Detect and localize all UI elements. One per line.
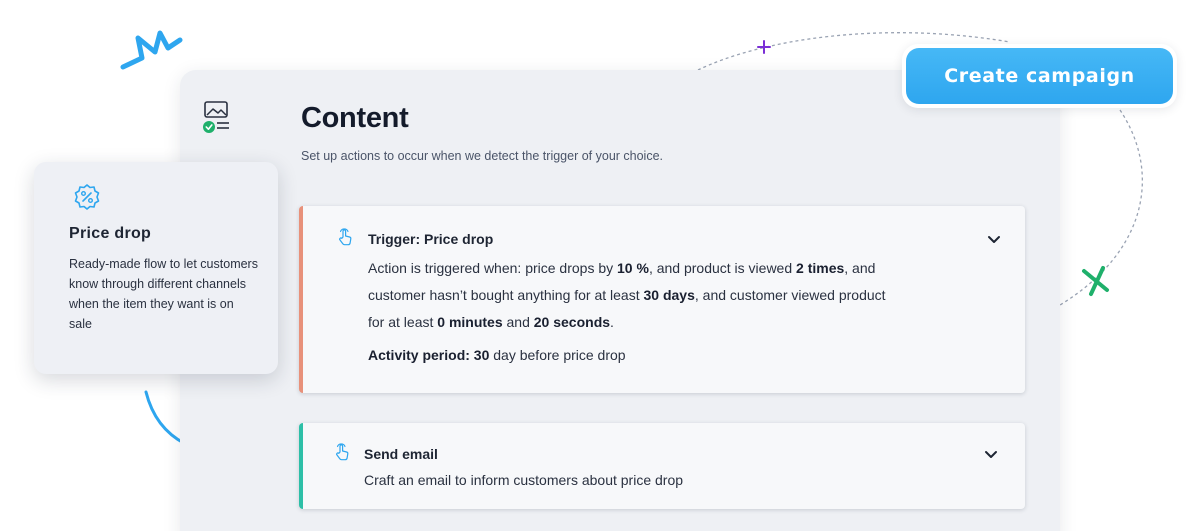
image-checklist-icon bbox=[202, 100, 232, 136]
plus-doodle bbox=[757, 40, 771, 54]
activity-period: Activity period: 30 day before price dro… bbox=[368, 347, 626, 363]
trigger-title: Trigger: Price drop bbox=[368, 231, 494, 247]
squiggle-doodle bbox=[120, 30, 183, 70]
flow-description: Ready-made flow to let customers know th… bbox=[69, 257, 258, 331]
send-email-card[interactable]: Send email Craft an email to inform cust… bbox=[299, 423, 1025, 509]
trigger-description: Action is triggered when: price drops by… bbox=[368, 260, 886, 330]
flow-title: Price drop bbox=[69, 225, 152, 242]
cross-doodle bbox=[1082, 266, 1109, 296]
chevron-down-icon[interactable] bbox=[987, 232, 1001, 243]
chevron-down-icon[interactable] bbox=[984, 447, 998, 458]
trigger-card[interactable]: Trigger: Price drop Action is triggered … bbox=[299, 206, 1025, 393]
page-subtitle: Set up actions to occur when we detect t… bbox=[301, 149, 664, 163]
create-campaign-button[interactable]: Create campaign bbox=[906, 48, 1173, 104]
dashed-arc-right bbox=[1059, 109, 1143, 306]
percent-badge-icon bbox=[73, 183, 101, 211]
page-title: Content bbox=[301, 102, 409, 134]
create-campaign-container: Create campaign bbox=[902, 44, 1177, 108]
hand-pointer-icon bbox=[337, 228, 353, 246]
price-drop-flow-card[interactable]: Price drop Ready-made flow to let custom… bbox=[34, 162, 278, 374]
hand-pointer-icon bbox=[334, 443, 350, 461]
send-email-description: Craft an email to inform customers about… bbox=[364, 472, 684, 488]
content-panel: Content Set up actions to occur when we … bbox=[180, 70, 1060, 531]
send-email-title: Send email bbox=[364, 446, 438, 462]
